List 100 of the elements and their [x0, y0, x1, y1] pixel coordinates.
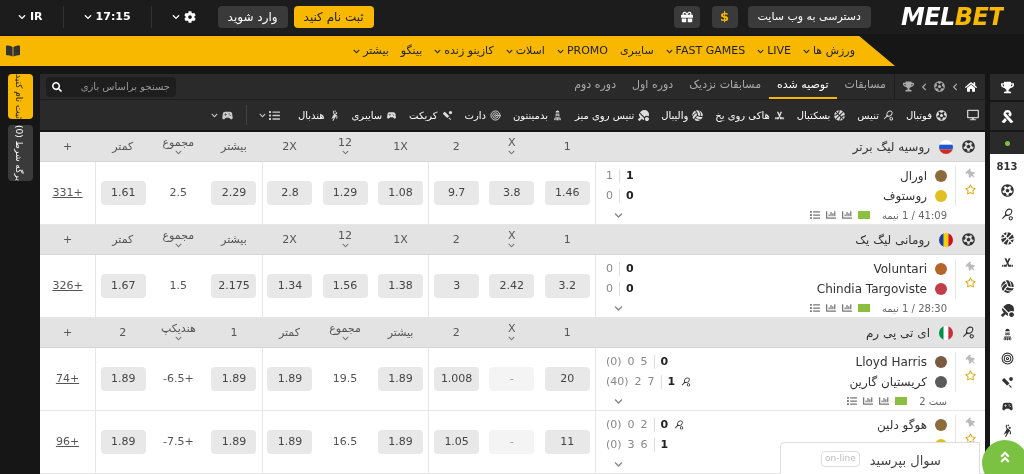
- odds-button[interactable]: 1.29: [322, 181, 368, 205]
- tab[interactable]: مسابقات: [836, 74, 894, 99]
- odds-button[interactable]: 11: [544, 430, 590, 454]
- odds-button[interactable]: 1.08: [378, 181, 424, 205]
- odds-button[interactable]: 3.2: [544, 274, 590, 298]
- score: 1: [667, 373, 676, 390]
- side-tab[interactable]: برگه شرط (0): [7, 125, 33, 181]
- time-select[interactable]: 17:15: [75, 8, 139, 26]
- column-heading: 1: [563, 140, 571, 153]
- nav-link[interactable]: اسلات: [505, 42, 545, 60]
- odds-button[interactable]: 1.34: [267, 274, 313, 298]
- nav-link[interactable]: LIVE: [757, 42, 791, 60]
- column-heading: 1: [563, 326, 571, 339]
- login-button[interactable]: وارد شوید: [217, 6, 288, 28]
- line-value: -7.5+: [163, 433, 194, 450]
- team-name[interactable]: Voluntari: [873, 260, 927, 278]
- currency-button[interactable]: $: [711, 6, 738, 28]
- team-name[interactable]: کریستیان گارین: [849, 373, 927, 391]
- nav-link[interactable]: بینگو: [400, 42, 423, 60]
- column-heading[interactable]: 12: [338, 137, 352, 149]
- more-markets-link[interactable]: 331+: [52, 184, 83, 202]
- odds-button[interactable]: 1.61: [100, 181, 146, 205]
- odds-button[interactable]: 1.89: [100, 367, 146, 391]
- odds-button[interactable]: 3.8: [489, 181, 535, 205]
- odds-button[interactable]: 1.89: [100, 430, 146, 454]
- column-heading[interactable]: X: [507, 323, 516, 335]
- odds-button[interactable]: 1.89: [267, 367, 313, 391]
- set-score: 7: [647, 373, 655, 390]
- live-count[interactable]: 813: [996, 154, 1018, 178]
- tab[interactable]: دوره دوم: [566, 74, 625, 99]
- sport-filter[interactable]: هندبال: [297, 107, 340, 123]
- column-heading: کمتر: [112, 233, 134, 246]
- sport-filter[interactable]: والیبال: [661, 107, 704, 123]
- odds-button[interactable]: 2.8: [267, 181, 313, 205]
- sport-filter[interactable]: سایبری: [351, 107, 398, 123]
- nav-link[interactable]: ورزش ها: [803, 42, 855, 60]
- odds-button[interactable]: 1.56: [322, 274, 368, 298]
- sport-filter[interactable]: کریکت: [409, 107, 453, 123]
- odds-button[interactable]: 1.89: [378, 367, 424, 391]
- odds-button[interactable]: 1.38: [378, 274, 424, 298]
- more-markets-link[interactable]: 74+: [55, 370, 80, 388]
- set-score: 2: [634, 373, 642, 390]
- column-heading[interactable]: مجموع: [329, 323, 361, 335]
- column-heading[interactable]: مجموع: [162, 230, 195, 242]
- sport-filter[interactable]: فوتبال: [905, 107, 947, 123]
- league-name[interactable]: ای تی پی رم: [865, 323, 930, 342]
- odds-button[interactable]: 1.008: [434, 367, 480, 391]
- odds-button[interactable]: 1.89: [267, 430, 313, 454]
- column-heading: کمتر: [112, 140, 134, 153]
- set-score: (0): [606, 353, 622, 370]
- column-heading[interactable]: X: [507, 137, 516, 149]
- column-heading[interactable]: مجموع: [162, 137, 195, 149]
- site-access-button[interactable]: دسترسی به وب سایت: [747, 6, 871, 28]
- more-markets-link[interactable]: 326+: [52, 277, 83, 295]
- odds-button[interactable]: 2.175: [211, 274, 257, 298]
- nav-link[interactable]: سایبری: [619, 42, 654, 60]
- odds-button[interactable]: 1.67: [100, 274, 146, 298]
- sport-filter[interactable]: دارت: [464, 107, 501, 123]
- team-name[interactable]: روستوف: [883, 187, 927, 205]
- column-heading[interactable]: 12: [338, 230, 352, 242]
- team-name[interactable]: Lloyd Harris: [855, 353, 927, 371]
- match-time: 41:09 / 1 نیمه: [881, 208, 947, 223]
- odds-button[interactable]: 1.89: [378, 430, 424, 454]
- nav-link[interactable]: PROMO: [556, 42, 608, 60]
- sport-filter[interactable]: تنیس: [857, 107, 894, 123]
- odds-button[interactable]: 9.7: [434, 181, 480, 205]
- column-heading[interactable]: X: [507, 230, 516, 242]
- column-heading[interactable]: هندیکپ: [160, 323, 196, 335]
- tab[interactable]: دوره اول: [624, 74, 682, 99]
- odds-button[interactable]: 1.05: [434, 430, 480, 454]
- sport-filter[interactable]: هاکی روی یخ: [715, 107, 785, 123]
- nav-link[interactable]: FAST GAMES: [665, 42, 746, 60]
- team-name[interactable]: Chindia Targoviste: [816, 280, 927, 298]
- sport-filter[interactable]: تنیس روی میز: [574, 107, 650, 123]
- search-field[interactable]: جستجو براساس بازی: [46, 76, 176, 97]
- odds-button[interactable]: 1.89: [211, 367, 257, 391]
- league-name[interactable]: روسیه لیگ برتر: [852, 137, 930, 156]
- odds-button[interactable]: 1.89: [211, 430, 257, 454]
- sport-filter[interactable]: بسکتبال: [796, 107, 846, 123]
- register-button[interactable]: ثبت نام کنید: [293, 6, 374, 28]
- league-name[interactable]: رومانی لیگ یک: [855, 230, 930, 249]
- odds-button[interactable]: 1.46: [544, 181, 590, 205]
- more-markets-link[interactable]: 96+: [55, 433, 80, 451]
- odds-button[interactable]: 2.29: [211, 181, 257, 205]
- score: 0: [626, 187, 634, 204]
- tab[interactable]: توصیه شده: [769, 74, 837, 99]
- odds-button[interactable]: 3: [434, 274, 480, 298]
- odds-button[interactable]: 20: [544, 367, 590, 391]
- sport-filter[interactable]: بدمینتون: [513, 107, 563, 123]
- nav-link[interactable]: کازینو زنده: [434, 42, 494, 60]
- score: 1: [626, 167, 634, 184]
- tab[interactable]: مسابقات نزدیک: [681, 74, 770, 99]
- column-heading: بیشتر: [221, 140, 247, 153]
- team-name[interactable]: هوگو دلین: [877, 416, 927, 434]
- odds-button[interactable]: 2.42: [489, 274, 535, 298]
- column-heading: بیشتر: [221, 233, 247, 246]
- language-select[interactable]: IR: [10, 8, 51, 26]
- team-name[interactable]: اورال: [900, 167, 927, 185]
- side-tab[interactable]: ثبت نام کنید: [7, 74, 33, 120]
- nav-link[interactable]: بیشتر: [353, 42, 389, 60]
